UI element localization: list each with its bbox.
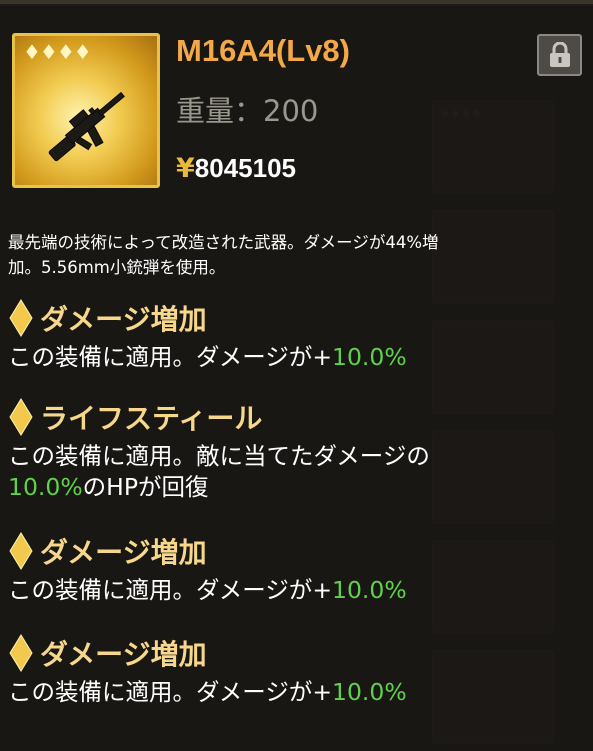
skill-description: この装備に適用。ダメージが+10.0% [8,575,593,606]
skill-entry: ダメージ増加 この装備に適用。ダメージが+10.0% [8,531,593,606]
lock-icon [550,42,570,67]
skill-description: この装備に適用。敵に当てたダメージの 10.0%のHPが回復 [8,441,593,503]
item-icon-frame: ♦♦♦♦ [12,33,160,188]
diamond-bullet-icon [9,532,33,570]
rifle-icon [48,91,125,162]
skill-name: ダメージ増加 [40,303,207,336]
price-value: 8045105 [194,153,297,183]
skill-description: この装備に適用。ダメージが+10.0% [8,342,593,373]
price-row: ¥8045105 [176,153,296,184]
skill-name: ダメージ増加 [40,638,207,671]
skill-desc-text: この装備に適用。ダメージが+ [8,678,333,706]
diamond-bullet-icon [9,398,33,436]
description-line: 加。5.56mm小銃弾を使用。 [8,258,226,277]
skill-name: ライフスティール [40,402,263,435]
skill-desc-suffix: のHPが回復 [82,473,209,501]
skill-entry: ダメージ増加 この装備に適用。ダメージが+10.0% [8,633,593,708]
currency-symbol: ¥ [176,153,195,184]
skill-description: この装備に適用。ダメージが+10.0% [8,677,593,708]
skill-value: 10.0% [332,678,407,706]
skill-name: ダメージ増加 [40,536,207,569]
weight-row: 重量：200 [176,88,318,130]
skill-entry: ダメージ増加 この装備に適用。ダメージが+10.0% [8,298,593,373]
top-edge-strip [0,0,593,4]
skill-desc-text: この装備に適用。敵に当てたダメージの [8,442,430,470]
skill-value: 10.0% [332,343,407,371]
item-description: 最先端の技術によって改造された武器。ダメージが44%増 加。5.56mm小銃弾を… [8,230,593,280]
rarity-diamonds: ♦♦♦♦ [23,40,92,64]
item-name: M16A4(Lv8) [176,33,350,68]
skill-value: 10.0% [8,473,83,501]
skill-desc-text: この装備に適用。ダメージが+ [8,576,333,604]
diamond-bullet-icon [9,299,33,337]
description-line: 最先端の技術によって改造された武器。ダメージが44%増 [8,233,439,252]
diamond-bullet-icon [9,634,33,672]
weight-label: 重量： [176,94,264,128]
lock-button[interactable] [537,34,582,76]
skill-entry: ライフスティール この装備に適用。敵に当てたダメージの 10.0%のHPが回復 [8,397,593,503]
skill-desc-text: この装備に適用。ダメージが+ [8,343,333,371]
weight-value: 200 [263,94,319,128]
skill-value: 10.0% [332,576,407,604]
